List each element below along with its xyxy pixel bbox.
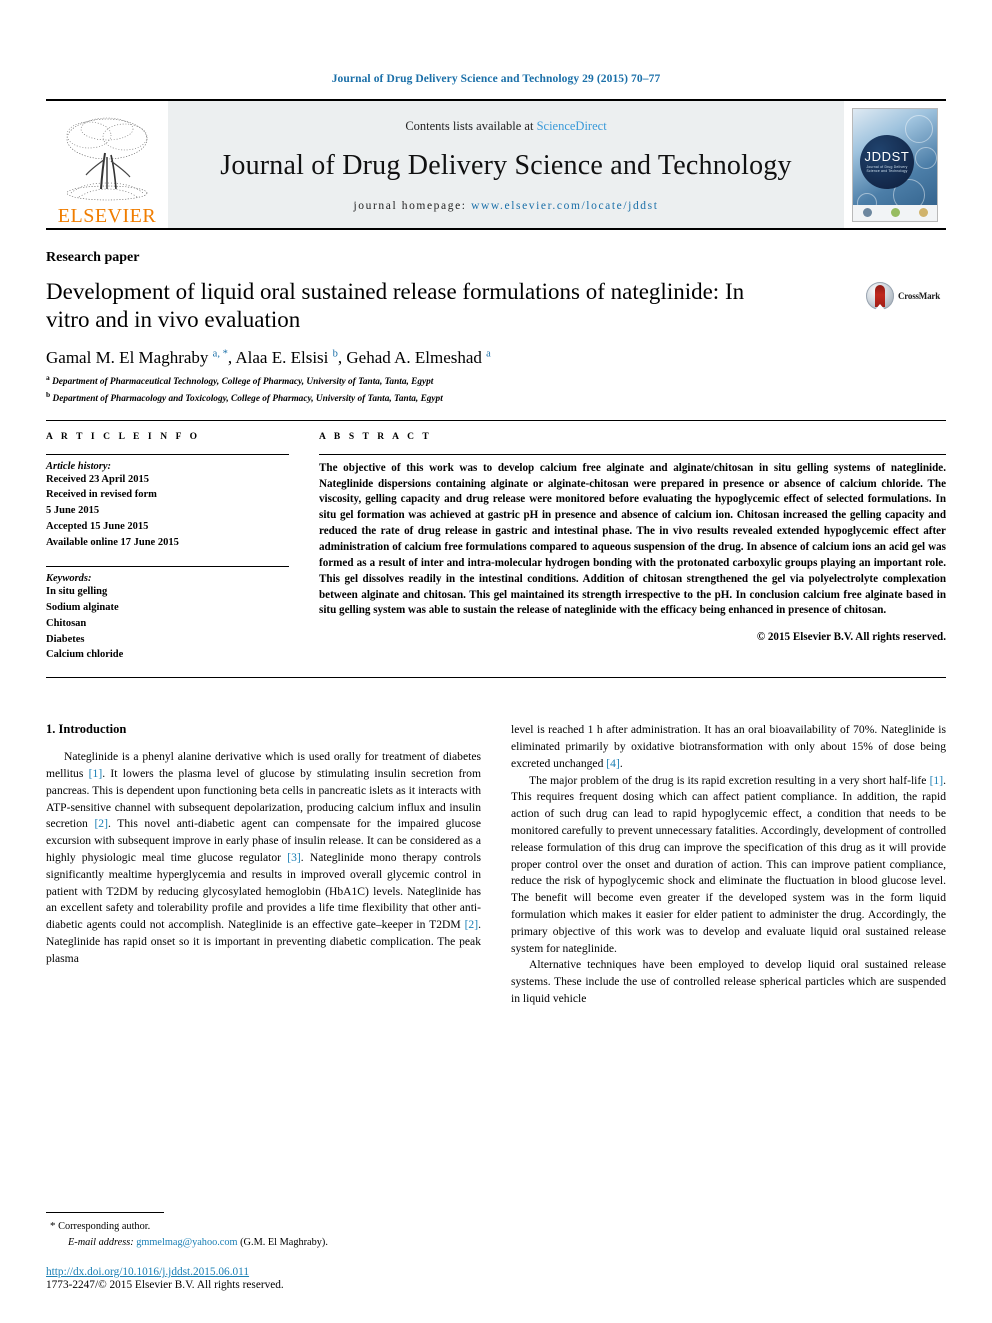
- affiliation-marker: a: [46, 373, 50, 383]
- elsevier-logo: ELSEVIER: [46, 101, 168, 228]
- article-history-group: Article history: Received 23 April 2015 …: [46, 461, 289, 551]
- left-column: 1. Introduction Nateglinide is a phenyl …: [46, 722, 481, 1008]
- crossmark-icon: [865, 282, 894, 310]
- paragraph: The major problem of the drug is its rap…: [511, 773, 946, 955]
- keyword-item: Chitosan: [46, 617, 87, 629]
- right-column: level is reached 1 h after administratio…: [511, 722, 946, 1008]
- running-head: Journal of Drug Delivery Science and Tec…: [331, 73, 661, 85]
- abstract-column: A B S T R A C T The objective of this wo…: [319, 432, 946, 664]
- paragraph: Nateglinide is a phenyl alanine derivati…: [46, 750, 481, 965]
- cover-image: JDDST Journal of Drug Delivery Science a…: [852, 107, 938, 222]
- journal-cover-thumbnail: JDDST Journal of Drug Delivery Science a…: [844, 101, 946, 228]
- masthead-center: Contents lists available at ScienceDirec…: [168, 101, 844, 228]
- elsevier-tree-icon: [66, 117, 148, 201]
- history-item: 5 June 2015: [46, 505, 100, 517]
- email-label: E-mail address:: [68, 1236, 134, 1248]
- affiliation-text: Department of Pharmacology and Toxicolog…: [52, 394, 443, 405]
- elsevier-wordmark: ELSEVIER: [57, 205, 157, 227]
- divider: [319, 453, 946, 455]
- affiliation-line: a Department of Pharmaceutical Technolog…: [46, 373, 946, 389]
- paper-page: Journal of Drug Delivery Science and Tec…: [0, 0, 992, 1323]
- divider: [46, 453, 289, 455]
- journal-title: Journal of Drug Delivery Science and Tec…: [220, 150, 792, 181]
- keywords-group: Keywords: In situ gelling Sodium alginat…: [46, 573, 289, 663]
- crossmark-badge[interactable]: CrossMark: [865, 282, 940, 310]
- info-abstract-block: A R T I C L E I N F O Article history: R…: [46, 419, 946, 664]
- cover-footer-logo-icon: [918, 208, 928, 217]
- divider: [46, 566, 289, 568]
- homepage-prefix: journal homepage:: [353, 200, 472, 212]
- corresponding-author-text: Corresponding author.: [58, 1221, 151, 1233]
- article-info-heading: A R T I C L E I N F O: [46, 431, 201, 442]
- paragraph: level is reached 1 h after administratio…: [511, 723, 946, 770]
- keyword-item: Diabetes: [46, 633, 85, 645]
- keywords-label: Keywords:: [46, 573, 92, 585]
- email-line: E-mail address: gmmelmag@yahoo.com (G.M.…: [46, 1235, 476, 1250]
- affiliation-text: Department of Pharmaceutical Technology,…: [52, 377, 434, 388]
- email-link[interactable]: gmmelmag@yahoo.com: [136, 1237, 237, 1248]
- cover-title: JDDST: [864, 148, 910, 164]
- contents-line: Contents lists available at ScienceDirec…: [405, 119, 606, 134]
- abstract-copyright: © 2015 Elsevier B.V. All rights reserved…: [756, 631, 946, 644]
- history-item: Received 23 April 2015: [46, 473, 149, 485]
- history-item: Received in revised form: [46, 489, 157, 501]
- footnote-divider: [46, 1212, 164, 1214]
- cover-footer-logo-icon: [862, 208, 872, 217]
- affiliation-line: b Department of Pharmacology and Toxicol…: [46, 390, 946, 406]
- cover-footer-bar: [853, 204, 937, 221]
- issn-copyright-line: 1773-2247/© 2015 Elsevier B.V. All right…: [46, 1279, 284, 1291]
- article-info-column: A R T I C L E I N F O Article history: R…: [46, 432, 289, 664]
- cover-bubble-icon: [915, 146, 937, 169]
- cover-subtitle: Journal of Drug Delivery Science and Tec…: [866, 164, 908, 173]
- body-columns: 1. Introduction Nateglinide is a phenyl …: [46, 722, 946, 1008]
- email-owner: (G.M. El Maghraby).: [240, 1236, 328, 1248]
- footnote-block: * Corresponding author. E-mail address: …: [46, 1212, 476, 1291]
- page-title: Development of liquid oral sustained rel…: [46, 279, 745, 333]
- affiliation-marker: b: [46, 390, 51, 400]
- history-item: Available online 17 June 2015: [46, 536, 179, 548]
- divider: [46, 677, 946, 679]
- cover-bubble-icon: [905, 114, 933, 143]
- doi-link[interactable]: http://dx.doi.org/10.1016/j.jddst.2015.0…: [46, 1266, 476, 1278]
- journal-masthead: ELSEVIER Contents lists available at Sci…: [46, 99, 946, 230]
- contents-prefix: Contents lists available at: [405, 119, 537, 133]
- title-row: Development of liquid oral sustained rel…: [46, 278, 946, 334]
- homepage-line: journal homepage: www.elsevier.com/locat…: [353, 200, 658, 212]
- article-history-label: Article history:: [46, 460, 112, 472]
- abstract-heading: A B S T R A C T: [319, 431, 432, 442]
- keyword-item: Calcium chloride: [46, 649, 124, 661]
- author-list: Gamal M. El Maghraby a, *, Alaa E. Elsis…: [46, 348, 491, 368]
- history-item: Accepted 15 June 2015: [46, 520, 149, 532]
- paragraph: Alternative techniques have been employe…: [511, 958, 946, 1005]
- keyword-item: In situ gelling: [46, 586, 108, 598]
- sciencedirect-link[interactable]: ScienceDirect: [537, 119, 607, 133]
- abstract-text: The objective of this work was to develo…: [319, 461, 946, 617]
- section-heading-introduction: 1. Introduction: [46, 722, 127, 737]
- corresponding-author-line: * Corresponding author.: [46, 1218, 476, 1235]
- keyword-item: Sodium alginate: [46, 602, 119, 614]
- article-type: Research paper: [46, 250, 140, 265]
- crossmark-label: CrossMark: [897, 291, 940, 301]
- homepage-url-link[interactable]: www.elsevier.com/locate/jddst: [471, 200, 658, 212]
- cover-footer-logo-icon: [890, 208, 900, 217]
- footnote-star: *: [50, 1220, 56, 1233]
